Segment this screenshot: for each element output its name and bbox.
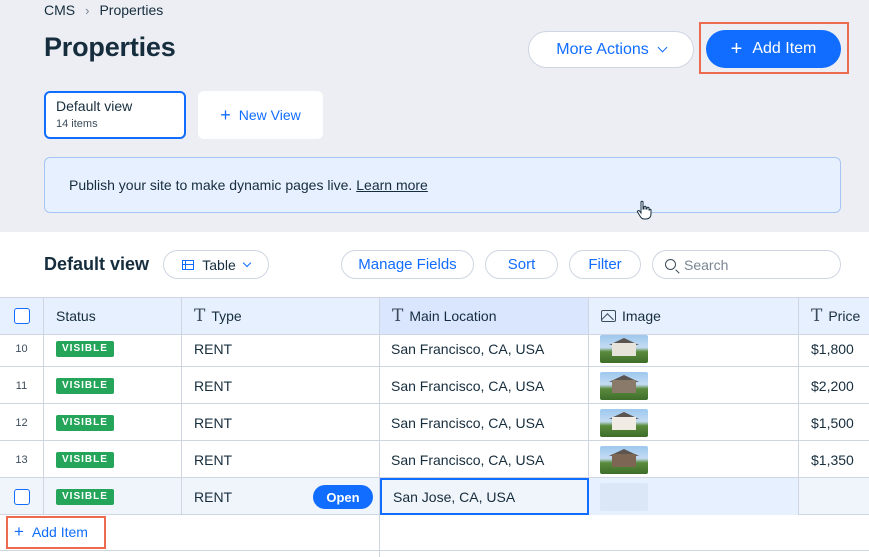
column-label: Main Location [409,308,497,324]
status-badge: VISIBLE [56,340,114,357]
view-name: Default view [56,98,133,114]
type-value: RENT [194,488,233,505]
property-thumbnail [600,445,648,474]
add-item-row-button[interactable]: + Add Item [14,523,88,540]
add-item-label: Add Item [752,40,817,57]
price-cell[interactable] [799,478,869,515]
open-item-button[interactable]: Open [313,485,373,509]
filter-button[interactable]: Filter [569,250,641,279]
price-cell[interactable]: $1,350 [799,441,869,478]
new-view-label: New View [238,107,301,123]
manage-fields-button[interactable]: Manage Fields [341,250,474,279]
table-icon [182,259,195,270]
plus-icon: + [730,38,743,60]
image-field-icon [601,310,616,322]
status-cell[interactable]: VISIBLE [44,404,182,441]
image-cell[interactable] [589,367,799,404]
select-all-checkbox[interactable] [13,308,30,324]
breadcrumb: CMS › Properties [44,2,163,18]
column-label: Price [828,308,861,324]
learn-more-link[interactable]: Learn more [356,177,428,193]
more-actions-button[interactable]: More Actions [528,31,694,68]
status-badge: VISIBLE [56,414,114,431]
row-select-cell [0,478,44,515]
status-cell[interactable]: VISIBLE [44,478,182,515]
image-cell[interactable] [589,330,799,367]
location-cell[interactable]: San Francisco, CA, USA [380,404,589,441]
status-cell[interactable]: VISIBLE [44,367,182,404]
sort-button[interactable]: Sort [485,250,558,279]
property-thumbnail [600,371,648,400]
notice-text: Publish your site to make dynamic pages … [69,177,353,193]
breadcrumb-cms[interactable]: CMS [44,2,75,18]
chevron-down-icon [657,42,668,53]
status-badge: VISIBLE [56,488,114,505]
row-checkbox[interactable] [13,488,30,505]
property-thumbnail [600,334,648,363]
row-number: 10 [0,330,44,367]
table-row[interactable]: 12 VISIBLE RENT San Francisco, CA, USA $… [0,404,869,441]
type-cell[interactable]: RENT [182,330,380,367]
plus-icon: + [14,522,24,541]
search-box[interactable] [652,250,841,279]
breadcrumb-current: Properties [99,2,164,18]
status-badge: VISIBLE [56,451,114,468]
type-cell[interactable]: RENT [182,404,380,441]
page-header-area: CMS › Properties Properties More Actions… [0,0,869,232]
location-cell[interactable]: San Francisco, CA, USA [380,441,589,478]
more-actions-label: More Actions [556,40,649,58]
column-label: Type [211,308,242,324]
row-number: 12 [0,404,44,441]
add-item-row [0,514,869,557]
hand-cursor-icon [636,200,652,220]
search-input[interactable] [684,256,824,273]
view-count: 14 items [56,118,98,130]
text-field-icon: T [194,306,206,326]
plus-icon: + [220,105,231,125]
column-label: Image [622,308,661,324]
property-thumbnail [600,408,648,437]
view-card-default[interactable]: Default view 14 items [44,91,186,139]
price-cell[interactable]: $1,800 [799,330,869,367]
text-field-icon: T [392,306,404,326]
search-icon [665,259,676,270]
row-number: 13 [0,441,44,478]
table-row[interactable]: VISIBLE RENT Open San Jose, CA, USA [0,478,869,515]
price-cell[interactable]: $2,200 [799,367,869,404]
image-placeholder [600,482,648,511]
add-item-button[interactable]: + Add Item [706,30,841,68]
status-cell[interactable]: VISIBLE [44,441,182,478]
type-cell[interactable]: RENT [182,441,380,478]
add-item-row-label: Add Item [31,523,88,540]
price-cell[interactable]: $1,500 [799,404,869,441]
collection-view-title: Default view [44,254,150,274]
table-row[interactable]: 10 VISIBLE RENT San Francisco, CA, USA $… [0,330,869,367]
status-badge: VISIBLE [56,377,114,394]
type-cell[interactable]: RENT Open [182,478,380,515]
row-number: 11 [0,367,44,404]
location-cell-active[interactable]: San Jose, CA, USA [380,478,589,515]
new-view-button[interactable]: + New View [198,91,323,139]
publish-notice: Publish your site to make dynamic pages … [44,157,841,213]
image-cell[interactable] [589,478,799,515]
image-cell[interactable] [589,404,799,441]
location-cell[interactable]: San Francisco, CA, USA [380,330,589,367]
column-label: Status [56,308,96,324]
table-row[interactable]: 13 VISIBLE RENT San Francisco, CA, USA $… [0,441,869,478]
image-cell[interactable] [589,441,799,478]
table-row[interactable]: 11 VISIBLE RENT San Francisco, CA, USA $… [0,367,869,404]
location-cell[interactable]: San Francisco, CA, USA [380,367,589,404]
status-cell[interactable]: VISIBLE [44,330,182,367]
chevron-down-icon [242,258,251,267]
layout-label: Table [202,256,236,273]
chevron-right-icon: › [85,2,90,18]
page-title: Properties [44,32,176,62]
layout-dropdown[interactable]: Table [163,250,269,279]
text-field-icon: T [811,306,823,326]
type-cell[interactable]: RENT [182,367,380,404]
